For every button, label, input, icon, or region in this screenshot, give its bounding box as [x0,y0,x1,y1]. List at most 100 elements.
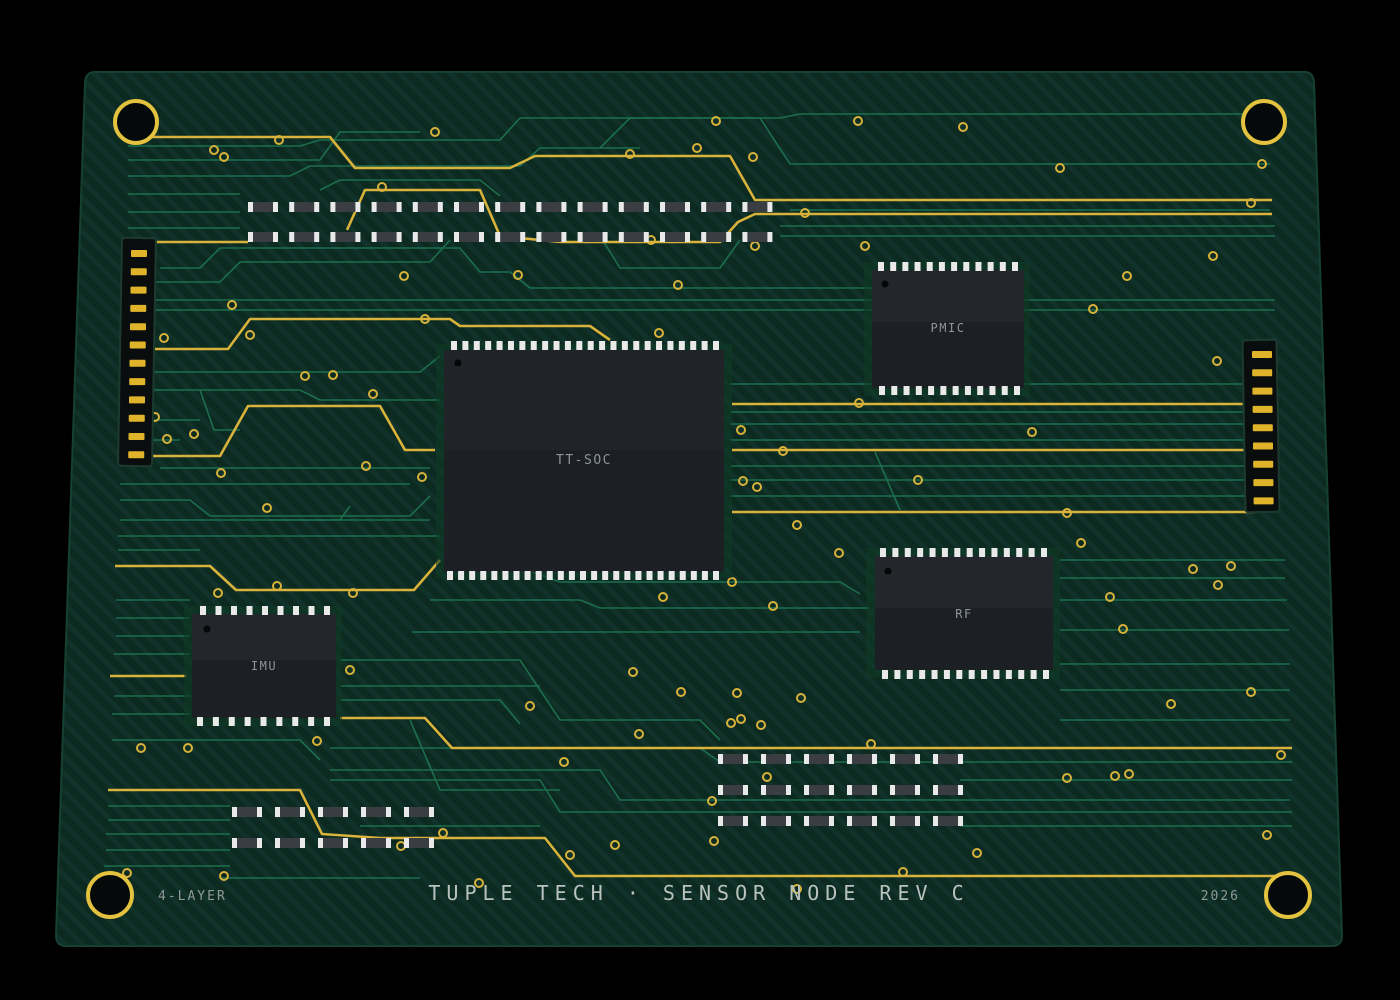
passive-component [330,202,361,212]
connector-pin [1252,405,1273,413]
connector-pin [1253,479,1274,487]
passive-component [933,785,963,795]
connector-pin [129,378,146,386]
rf-pin [979,548,986,557]
soc-pin [657,571,664,580]
rf-pin [892,548,899,557]
soc-pin [599,341,606,350]
soc-pin [519,341,526,350]
imu-pin [262,606,268,615]
pmic-pin [951,262,958,271]
board-year: 2026 [1201,889,1240,904]
soc-pin [690,571,697,580]
pmic-pin [878,262,884,271]
imu-pin [324,717,330,726]
rf-pin [1016,548,1023,557]
passive-component [701,202,732,212]
passive-component [577,232,608,242]
pmic-pin [891,386,898,395]
passive-component [454,232,484,242]
rf-pin [954,548,961,557]
rf-pin [931,670,938,679]
imu-pin [228,717,235,726]
soc-pin [469,571,476,580]
rf-pin [956,670,963,679]
passive-component [761,754,791,764]
connector-pin [129,341,146,349]
connector-pin [1252,387,1273,395]
soc-pin [496,341,503,350]
soc-pin [513,571,520,580]
rf-pin [894,670,901,679]
rf-pin [993,670,1000,679]
rf-pin [943,670,950,679]
rf-pin [968,670,975,679]
soc-pin [485,341,492,350]
imu-chip: IMU [184,606,342,726]
rf-pin [941,548,948,557]
passive-component [618,232,649,242]
soc-pin [507,341,514,350]
soc-pin [553,341,560,350]
passive-component [761,816,791,826]
passive-component [412,202,443,212]
soc-pin [633,341,640,350]
rf-pin [966,548,973,557]
soc-pin [530,341,537,350]
pmic-pin [987,262,994,271]
rf-pin [1005,670,1012,679]
soc-pin [580,571,586,580]
imu-pin [308,717,315,726]
soc-pin [546,571,553,580]
soc-pin [610,341,617,350]
soc-pin [678,341,685,350]
soc-pin [535,571,542,580]
soc-pin [713,341,719,350]
imu-pin [200,606,206,615]
passive-component [454,202,484,212]
rf-pin [919,670,926,679]
soc-pin [491,571,498,580]
soc-pin [646,571,653,580]
rf-pin [991,548,998,557]
imu-pin [215,606,222,615]
passive-component [718,754,748,764]
pmic-pin [999,262,1006,271]
connector-pin [130,304,147,312]
passive-component [289,202,320,212]
passive-component [248,202,278,212]
soc-pin [480,571,487,580]
pmic-pin [1014,386,1020,395]
board-title: TUPLE TECH · SENSOR NODE REV C [428,881,969,905]
rf-pin [1041,548,1047,557]
connector-pin [131,250,147,257]
rf-pin [1018,670,1025,679]
imu-pin [244,717,251,726]
connector-pin [130,286,147,294]
soc-pin [462,341,469,350]
rf-pin [929,548,936,557]
connector-pin [1252,369,1273,377]
pmic-pin [914,262,921,271]
connector-pin [1253,497,1274,505]
board-layer-label: 4-LAYER [158,889,227,904]
passive-component [232,807,262,817]
connector-pin [128,433,145,440]
rf-pin [880,548,886,557]
passive-component [371,202,402,212]
soc-pin [624,571,631,580]
passive-component [847,816,877,826]
passive-component [289,232,320,242]
passive-component [495,202,526,212]
edge-connector-left [117,236,157,468]
pmic-pin [964,386,971,395]
soc-pin [524,571,531,580]
pmic-pin [903,386,910,395]
passive-component [804,785,834,795]
mounting-hole [86,871,134,919]
soc-pin [613,571,620,580]
passive-component [361,838,391,848]
soc-pin [656,341,663,350]
passive-component [361,807,391,817]
rf-chip: RF [866,548,1060,679]
